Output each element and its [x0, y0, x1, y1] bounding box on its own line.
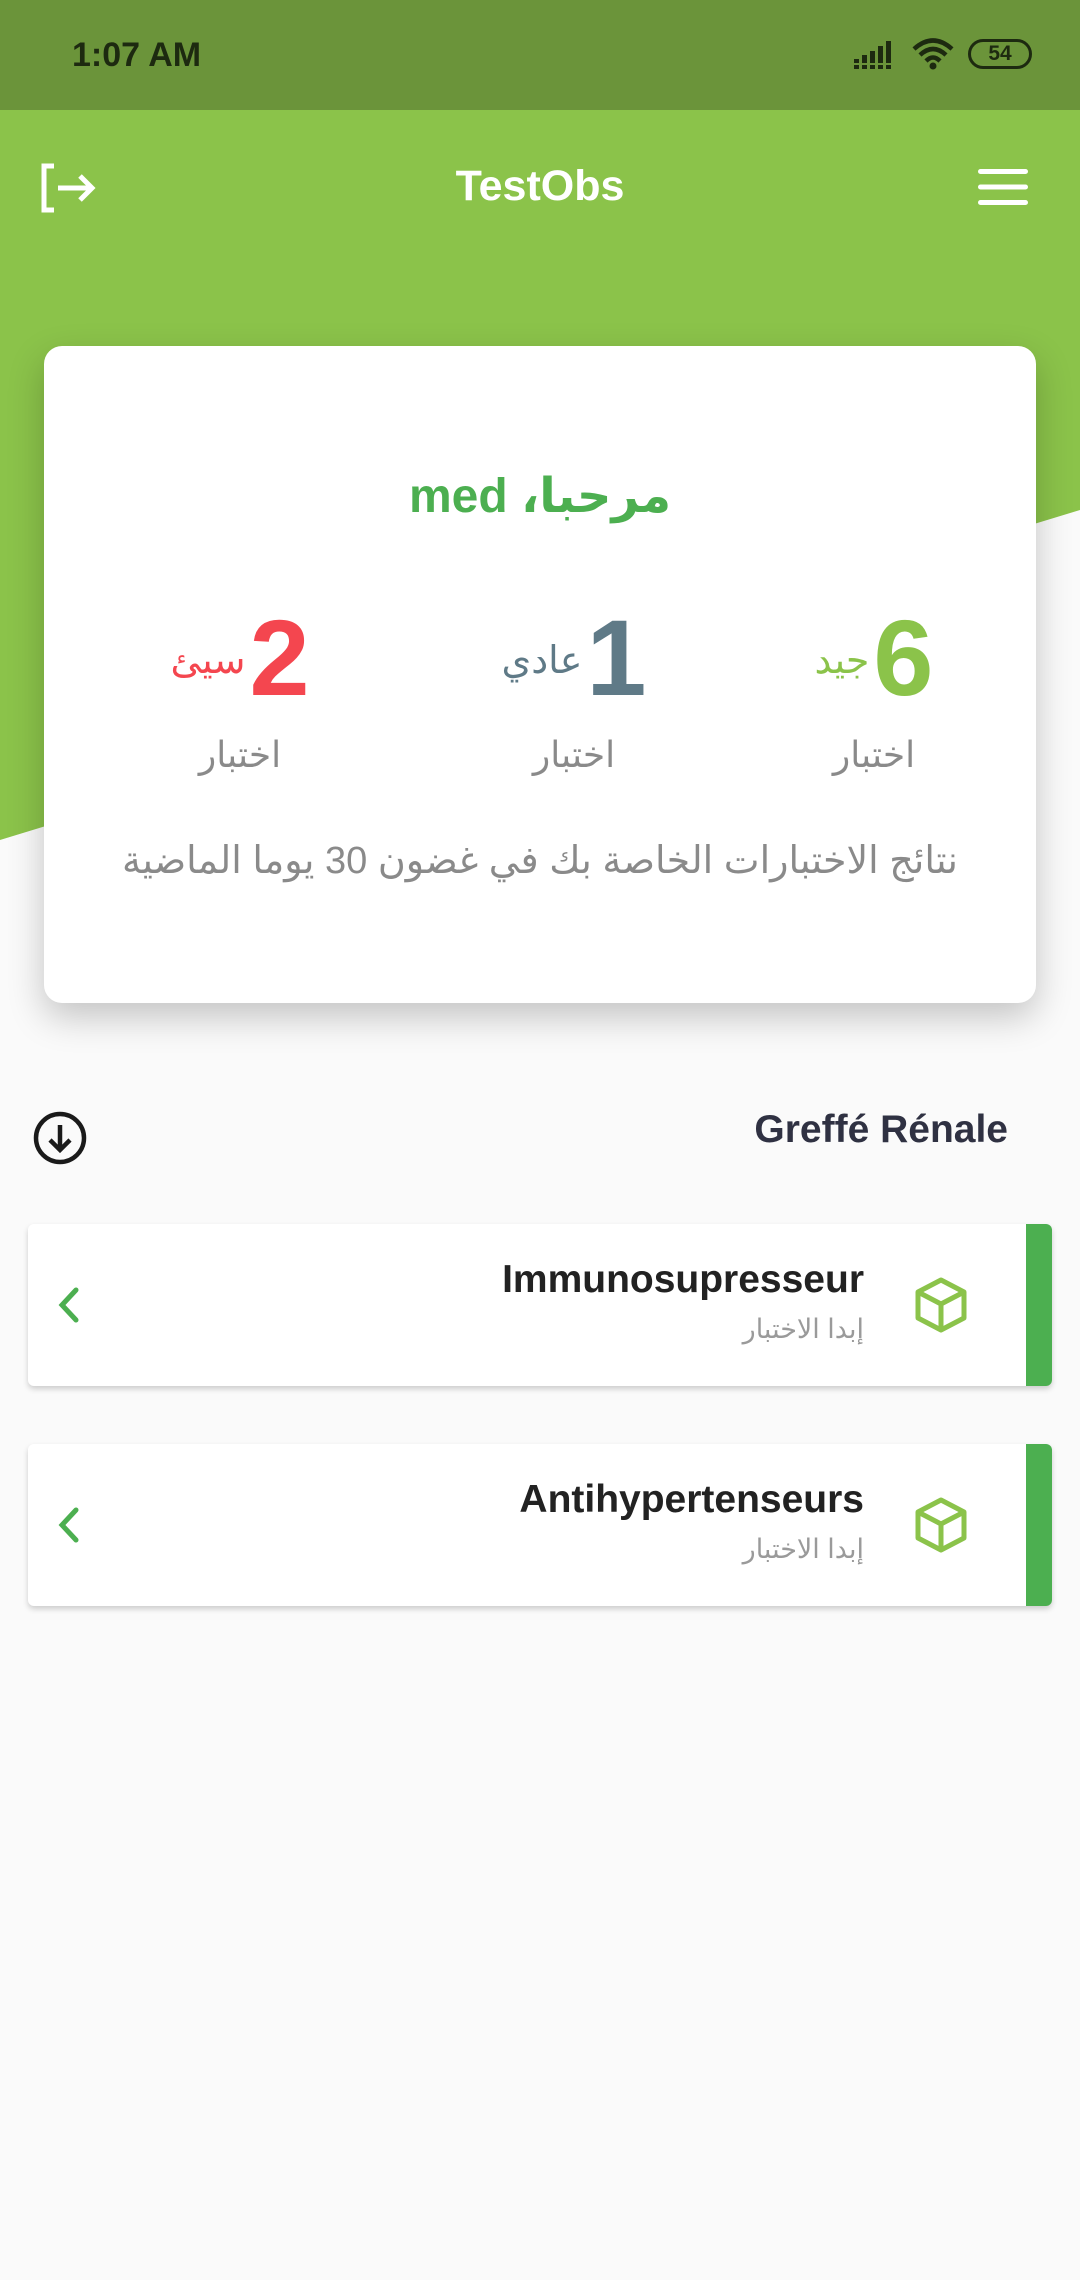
battery-indicator: 54 [968, 39, 1032, 69]
stat-good-unit: اختبار [832, 734, 916, 775]
item-title: Immunosupresseur [502, 1258, 864, 1301]
chevron-left-icon [58, 1287, 79, 1323]
chevron-left-icon [58, 1507, 79, 1543]
stat-normal-value: 1 [586, 597, 647, 718]
summary-card: مرحبا، med 6 جيد اختبار 1 عادي اختبار 2 … [44, 346, 1036, 1003]
app-header: TestObs [0, 110, 1080, 265]
item-subtitle: إبدا الاختبار [742, 1314, 864, 1344]
status-icons: 54 [854, 38, 1032, 70]
wifi-icon [912, 38, 954, 70]
item-accent-bar [1026, 1444, 1052, 1606]
app-title: TestObs [455, 162, 625, 210]
status-bar: 1:07 AM 54 [0, 0, 1080, 110]
stat-good: 6 جيد اختبار [774, 597, 974, 776]
stat-bad: 2 سيئ اختبار [140, 597, 340, 776]
stat-normal-label: عادي [501, 640, 583, 682]
download-circle-icon[interactable] [32, 1110, 88, 1166]
stat-bad-unit: اختبار [198, 734, 282, 775]
summary-note: نتائج الاختبارات الخاصة بك في غضون 30 يو… [122, 840, 958, 882]
hamburger-menu-icon[interactable] [976, 166, 1030, 208]
cube-icon [915, 1277, 967, 1333]
item-subtitle: إبدا الاختبار [742, 1534, 864, 1564]
stat-normal: 1 عادي اختبار [444, 597, 704, 776]
stat-good-value: 6 [873, 597, 934, 718]
item-accent-bar [1026, 1224, 1052, 1386]
stat-bad-label: سيئ [170, 640, 246, 682]
test-item-immunosupresseur[interactable]: Immunosupresseur إبدا الاختبار [28, 1224, 1052, 1386]
stat-normal-unit: اختبار [532, 734, 616, 775]
status-time: 1:07 AM [72, 36, 202, 74]
section-title: Greffé Rénale [754, 1108, 1008, 1151]
item-title: Antihypertenseurs [519, 1478, 864, 1521]
stat-good-label: جيد [814, 640, 870, 682]
test-item-antihypertenseurs[interactable]: Antihypertenseurs إبدا الاختبار [28, 1444, 1052, 1606]
cube-icon [915, 1497, 967, 1553]
signal-icon [854, 41, 894, 69]
app-screen: 1:07 AM 54 TestObs مرحبا، med 6 جيد اختب… [0, 0, 1080, 2280]
greeting: مرحبا، med [408, 470, 672, 523]
stat-bad-value: 2 [249, 597, 310, 718]
